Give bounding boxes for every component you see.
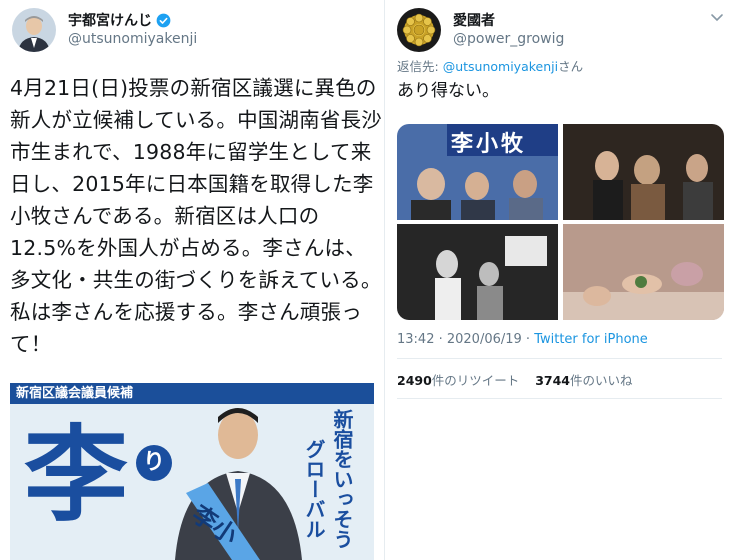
divider	[397, 358, 722, 359]
timestamp[interactable]: 13:42 · 2020/06/19 ·	[397, 332, 534, 347]
tweet-header: 愛國者 @power_growig	[385, 0, 733, 60]
source-link[interactable]: Twitter for iPhone	[534, 332, 648, 347]
likes-count: 3744	[535, 373, 571, 388]
left-tweet: 宇都宮けんじ @utsunomiyakenji 4月21日(日)投票の新宿区議選…	[0, 0, 384, 560]
avatar[interactable]	[12, 8, 56, 52]
likes-label: 件のいいね	[570, 373, 633, 388]
media-banner-text: 李小牧	[451, 131, 527, 157]
tweet-header: 宇都宮けんじ @utsunomiyakenji	[0, 0, 384, 60]
avatar[interactable]	[397, 8, 441, 52]
reply-to-line: 返信先: @utsunomiyakenjiさん	[397, 56, 583, 75]
media-grid: 李小牧	[397, 124, 724, 320]
tweet-text: 4月21日(日)投票の新宿区議選に異色の新人が立候補している。中国湖南省長沙市生…	[10, 76, 382, 356]
media-photo-4[interactable]	[563, 224, 724, 320]
tweet-text: あり得ない。	[397, 81, 499, 101]
verified-badge-icon	[156, 13, 171, 27]
poster-slogan-2: グローバル	[302, 439, 326, 539]
reply-prefix: 返信先:	[397, 59, 443, 74]
retweets-count: 2490	[397, 373, 432, 388]
media-photo-2[interactable]	[563, 124, 724, 220]
tweet-stats: 2490件のリツイート 3744件のいいね	[397, 370, 633, 389]
display-name[interactable]: 愛國者	[453, 10, 495, 30]
media-photo-3[interactable]	[397, 224, 558, 320]
display-name-text[interactable]: 宇都宮けんじ	[68, 10, 152, 30]
divider	[397, 398, 722, 399]
chevron-down-icon[interactable]	[710, 10, 724, 24]
retweets-label: 件のリツイート	[431, 373, 520, 388]
retweets-stat[interactable]: 2490件のリツイート	[397, 373, 519, 388]
campaign-poster-image[interactable]: 新宿区議会議員候補 李 り 新宿をいっそう グローバル 李小	[10, 383, 374, 560]
display-name[interactable]: 宇都宮けんじ	[68, 10, 171, 30]
likes-stat[interactable]: 3744件のいいね	[535, 373, 632, 388]
reply-suffix: さん	[558, 59, 584, 74]
poster-ri-badge: り	[136, 445, 172, 481]
user-handle[interactable]: @utsunomiyakenji	[68, 31, 197, 47]
poster-slogan-1: 新宿をいっそう	[330, 409, 354, 549]
poster-big-character: 李	[24, 413, 129, 536]
user-handle[interactable]: @power_growig	[453, 31, 564, 47]
tweet-meta: 13:42 · 2020/06/19 · Twitter for iPhone	[397, 332, 648, 347]
right-tweet: 愛國者 @power_growig 返信先: @utsunomiyakenjiさ…	[384, 0, 733, 560]
display-name-text[interactable]: 愛國者	[453, 10, 495, 30]
reply-to-handle-link[interactable]: @utsunomiyakenji	[443, 59, 558, 74]
